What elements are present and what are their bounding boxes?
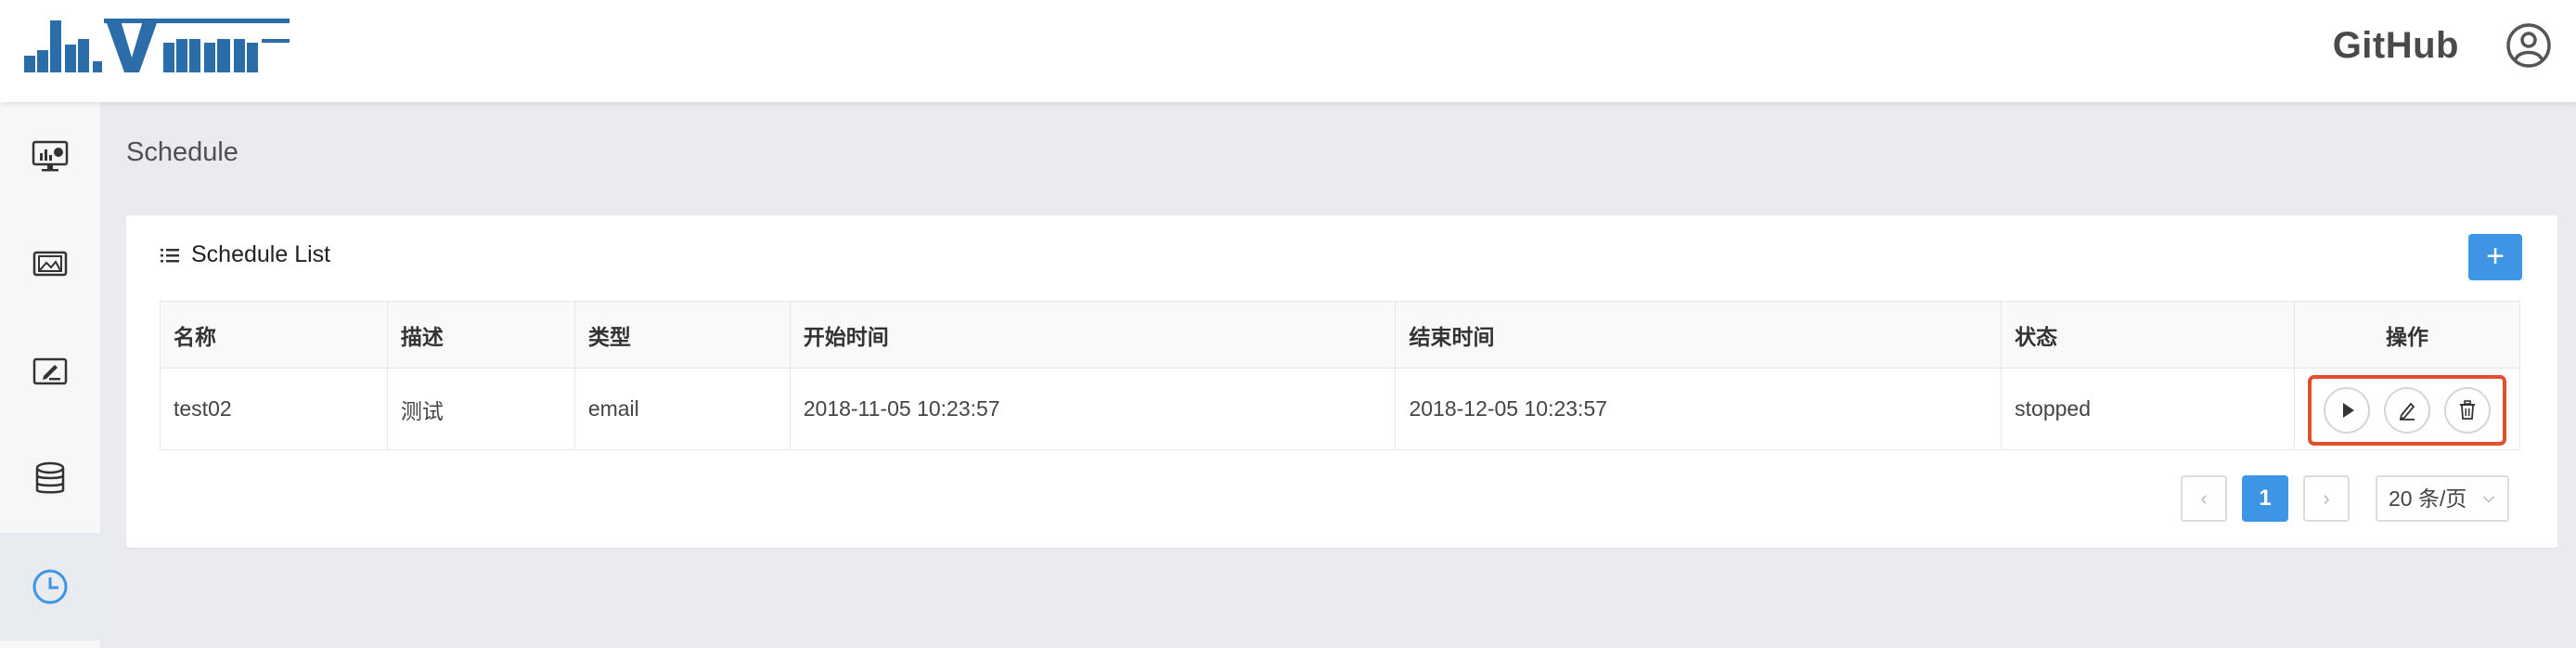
column-header-status[interactable]: 状态 <box>2001 301 2296 369</box>
dashboard-monitor-icon <box>32 140 69 172</box>
schedule-table: 名称 描述 类型 开始时间 结束时间 状态 操作 test02 测试 email… <box>160 301 2520 450</box>
edit-icon <box>2399 402 2415 421</box>
page-size-value: 20 条/页 <box>2389 486 2467 511</box>
column-header-end-time[interactable]: 结束时间 <box>1395 301 2003 369</box>
user-circle-icon[interactable] <box>2505 22 2552 69</box>
list-icon <box>161 248 179 262</box>
davinci-logo[interactable] <box>24 19 293 74</box>
cell-description: 测试 <box>386 368 575 450</box>
github-link[interactable]: GitHub <box>2333 25 2459 67</box>
column-header-start-time[interactable]: 开始时间 <box>789 301 1397 369</box>
delete-icon <box>2460 400 2476 420</box>
column-header-name[interactable]: 名称 <box>160 301 388 369</box>
top-bar: GitHub <box>0 0 2576 102</box>
cell-actions <box>2294 368 2520 450</box>
card-title-label: Schedule List <box>191 241 331 267</box>
sidebar-item-schedule[interactable] <box>0 533 100 641</box>
page-size-select[interactable]: 20 条/页 ⌵ <box>2376 475 2509 522</box>
cell-status: stopped <box>2001 368 2296 450</box>
cell-end-time: 2018-12-05 10:23:57 <box>1395 368 2003 450</box>
chevron-down-icon: ⌵ <box>2482 490 2494 506</box>
view-edit-icon <box>32 357 68 385</box>
table-header-row: 名称 描述 类型 开始时间 结束时间 状态 操作 <box>160 301 2520 369</box>
prev-page-button[interactable]: ‹ <box>2181 475 2227 522</box>
sidebar-item-dashboards[interactable] <box>0 102 100 210</box>
database-icon <box>35 461 65 494</box>
sidebar-item-views[interactable] <box>0 318 100 425</box>
sidebar-item-widgets[interactable] <box>0 210 100 318</box>
schedule-list-card: Schedule List + 名称 描述 类型 开始时间 结束时间 状态 操作 <box>126 215 2557 548</box>
card-title: Schedule List <box>160 241 330 268</box>
cell-start-time: 2018-11-05 10:23:57 <box>789 368 1397 450</box>
column-header-description[interactable]: 描述 <box>386 301 575 369</box>
page-title: Schedule <box>126 137 238 167</box>
play-icon <box>2343 403 2355 418</box>
column-header-type[interactable]: 类型 <box>573 301 791 369</box>
delete-schedule-button[interactable] <box>2444 387 2492 434</box>
column-header-actions: 操作 <box>2294 301 2520 369</box>
edit-schedule-button[interactable] <box>2384 387 2431 434</box>
sidebar <box>0 102 100 648</box>
next-page-button[interactable]: › <box>2303 475 2350 522</box>
sidebar-item-sources[interactable] <box>0 425 100 533</box>
clock-icon <box>32 569 68 604</box>
widget-picture-icon <box>32 251 68 277</box>
add-schedule-button[interactable]: + <box>2468 234 2522 280</box>
start-schedule-button[interactable] <box>2324 387 2371 434</box>
page-number-1[interactable]: 1 <box>2242 475 2288 522</box>
table-row: test02 测试 email 2018-11-05 10:23:57 2018… <box>160 368 2520 450</box>
cell-type: email <box>573 368 791 450</box>
cell-name: test02 <box>160 368 388 450</box>
